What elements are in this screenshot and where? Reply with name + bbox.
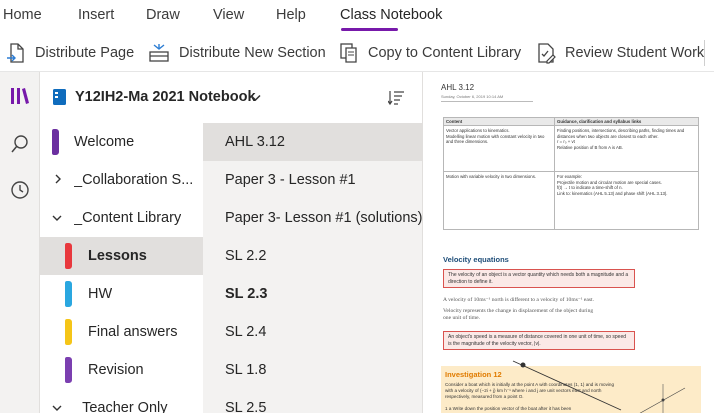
section-group-teacher-only[interactable]: _Teacher Only: [40, 389, 203, 413]
tab-help[interactable]: Help: [276, 7, 306, 23]
page-item[interactable]: Paper 3 - Lesson #1: [203, 161, 422, 199]
tab-draw[interactable]: Draw: [146, 7, 180, 23]
ink-annotation: [512, 360, 622, 411]
table-header-cell: Content: [446, 119, 463, 124]
clock-icon: [11, 181, 29, 199]
section-label: HW: [88, 286, 113, 302]
definition-box: An object's speed is a measure of distan…: [443, 331, 635, 350]
distribute-section-button[interactable]: Distribute New Section: [148, 41, 326, 65]
chevron-down-icon[interactable]: [51, 404, 63, 412]
chevron-down-icon[interactable]: [51, 214, 63, 222]
notebooks-button[interactable]: [0, 76, 40, 116]
page-canvas[interactable]: AHL 3.12 Sunday, October 6, 2019 10:14 A…: [422, 72, 714, 413]
section-label: _Collaboration S...: [74, 172, 194, 188]
title-rule: [441, 101, 533, 102]
notebook-title[interactable]: Y12IH2-Ma 2021 Notebook: [75, 89, 256, 105]
sort-icon[interactable]: [388, 89, 406, 107]
table-header-cell: Guidance, clarification and syllabus lin…: [557, 119, 642, 124]
page-item[interactable]: SL 2.4: [203, 313, 422, 351]
section-group-content-library[interactable]: _Content Library: [40, 199, 203, 237]
search-icon: [11, 135, 28, 153]
review-work-icon: [538, 43, 556, 64]
section-group-collaboration[interactable]: _Collaboration S...: [40, 161, 203, 199]
table-cell: Motion with variable velocity in two dim…: [446, 174, 537, 179]
recent-notes-button[interactable]: [0, 170, 40, 210]
section-label: _Content Library: [74, 210, 182, 226]
page-date: Sunday, October 6, 2019 10:14 AM: [441, 94, 504, 99]
coordinate-diagram: [639, 384, 686, 413]
section-color-tab: [65, 243, 72, 269]
section-label: Lessons: [88, 248, 147, 264]
distribute-page-icon: [7, 43, 24, 63]
table-header: Content Guidance, clarification and syll…: [444, 118, 698, 126]
tab-insert[interactable]: Insert: [78, 7, 114, 23]
table-cell: Vector applications to kinematics. Model…: [446, 128, 545, 145]
chevron-down-icon[interactable]: [250, 94, 261, 102]
tab-class-notebook[interactable]: Class Notebook: [340, 7, 442, 23]
distribute-section-label: Distribute New Section: [179, 45, 326, 61]
page-item[interactable]: AHL 3.12: [203, 123, 422, 161]
section-lessons[interactable]: Lessons: [40, 237, 203, 275]
library-icon: [11, 88, 29, 104]
page-label: SL 2.4: [225, 324, 267, 340]
table-cell: For example: Projectile motion and circu…: [557, 174, 668, 196]
section-revision[interactable]: Revision: [40, 351, 203, 389]
review-work-label: Review Student Work: [565, 45, 705, 61]
page-label: Paper 3 - Lesson #1: [225, 172, 356, 188]
section-label: _Teacher Only: [74, 400, 168, 413]
copy-library-button[interactable]: Copy to Content Library: [339, 41, 521, 65]
tab-home[interactable]: Home: [3, 7, 42, 23]
notebook-header: Y12IH2-Ma 2021 Notebook: [40, 72, 422, 123]
section-color-tab: [65, 357, 72, 383]
section-label: Final answers: [88, 324, 178, 340]
investigation-title: Investigation 12: [445, 370, 502, 379]
tab-view[interactable]: View: [213, 7, 244, 23]
page-label: SL 2.5: [225, 400, 267, 413]
distribute-section-icon: [149, 44, 169, 62]
table-divider: [554, 118, 555, 229]
page-title[interactable]: AHL 3.12: [441, 83, 474, 92]
sections-pane: Welcome _Collaboration S... _Content Lib…: [40, 123, 203, 413]
section-final-answers[interactable]: Final answers: [40, 313, 203, 351]
section-color-tab: [65, 319, 72, 345]
navigation-rail: [0, 72, 40, 413]
distribute-page-button[interactable]: Distribute Page: [6, 41, 134, 65]
section-heading: Velocity equations: [443, 255, 509, 264]
copy-library-label: Copy to Content Library: [368, 45, 522, 61]
body-paragraph: A velocity of 10ms⁻¹ north is different …: [443, 297, 594, 303]
page-item[interactable]: Paper 3- Lesson #1 (solutions): [203, 199, 422, 237]
body-paragraph: Velocity represents the change in displa…: [443, 308, 594, 321]
copy-library-icon: [340, 43, 357, 63]
page-item[interactable]: SL 2.2: [203, 237, 422, 275]
pages-pane: AHL 3.12 Paper 3 - Lesson #1 Paper 3- Le…: [203, 123, 422, 413]
section-color-tab: [65, 281, 72, 307]
page-label: SL 2.2: [225, 248, 267, 264]
page-item[interactable]: SL 1.8: [203, 351, 422, 389]
syllabus-table: Content Guidance, clarification and syll…: [443, 117, 699, 230]
notebook-icon: [53, 89, 66, 105]
page-label: SL 2.3: [225, 286, 268, 302]
page-label: Paper 3- Lesson #1 (solutions): [225, 210, 423, 226]
ribbon-divider: [704, 40, 705, 66]
section-label: Welcome: [74, 134, 135, 150]
section-welcome[interactable]: Welcome: [40, 123, 203, 161]
page-label: SL 1.8: [225, 362, 267, 378]
distribute-page-label: Distribute Page: [35, 45, 135, 61]
page-label: AHL 3.12: [225, 134, 285, 150]
page-item[interactable]: SL 2.3: [203, 275, 422, 313]
search-button[interactable]: [0, 124, 40, 164]
ribbon-commands: Distribute Page Distribute New Section C…: [0, 33, 714, 72]
page-item[interactable]: SL 2.5: [203, 389, 422, 413]
review-work-button[interactable]: Review Student Work: [536, 41, 704, 65]
table-cell: Finding positions, intersections, descri…: [557, 128, 685, 150]
section-label: Revision: [88, 362, 144, 378]
definition-box: The velocity of an object is a vector qu…: [443, 269, 635, 288]
chevron-right-icon[interactable]: [54, 173, 62, 185]
table-divider: [444, 171, 698, 172]
ribbon-tabs: Home Insert Draw View Help Class Noteboo…: [0, 0, 714, 33]
section-color-tab: [52, 129, 59, 155]
section-hw[interactable]: HW: [40, 275, 203, 313]
active-tab-indicator: [341, 28, 398, 31]
